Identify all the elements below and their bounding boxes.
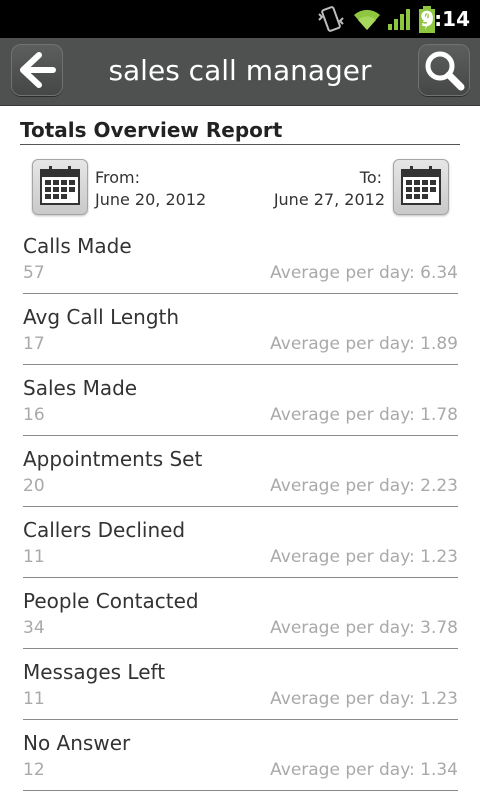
- search-button[interactable]: [418, 44, 470, 96]
- metric-value: 16: [23, 405, 45, 425]
- report-header: Totals Overview Report: [20, 114, 460, 145]
- metric-average: Average per day: 2.23: [270, 476, 458, 496]
- action-bar: sales call manager: [0, 38, 480, 106]
- wifi-icon: [354, 9, 380, 30]
- metric-value: 20: [23, 476, 45, 496]
- metric-name: People Contacted: [23, 589, 199, 613]
- metric-value: 34: [23, 618, 45, 638]
- list-item[interactable]: No Answer 12 Average per day: 1.34: [23, 720, 458, 791]
- status-time: 9:14: [420, 7, 470, 31]
- metric-average: Average per day: 1.23: [270, 547, 458, 567]
- metric-value: 11: [23, 689, 45, 709]
- metric-list: Calls Made 57 Average per day: 6.34 Avg …: [0, 223, 480, 791]
- from-label: From:: [95, 168, 141, 187]
- metric-name: Appointments Set: [23, 447, 203, 471]
- metric-value: 57: [23, 263, 45, 283]
- metric-name: Messages Left: [23, 660, 166, 684]
- signal-icon: [388, 9, 410, 30]
- to-label: To:: [359, 168, 382, 187]
- date-range-row: From: June 20, 2012 To: June 27, 2012: [0, 151, 480, 219]
- calendar-icon: [40, 166, 80, 205]
- calendar-icon: [401, 166, 441, 205]
- metric-name: Calls Made: [23, 234, 132, 258]
- vibrate-icon: [318, 6, 344, 32]
- metric-average: Average per day: 1.23: [270, 689, 458, 709]
- report-title: Totals Overview Report: [20, 118, 283, 142]
- metric-value: 12: [23, 760, 45, 780]
- metric-name: No Answer: [23, 731, 131, 755]
- app-title: sales call manager: [108, 54, 372, 87]
- metric-average: Average per day: 1.34: [270, 760, 458, 780]
- list-item[interactable]: Callers Declined 11 Average per day: 1.2…: [23, 507, 458, 578]
- metric-value: 17: [23, 334, 45, 354]
- list-item[interactable]: Messages Left 11 Average per day: 1.23: [23, 649, 458, 720]
- metric-value: 11: [23, 547, 45, 567]
- metric-average: Average per day: 3.78: [270, 618, 458, 638]
- search-icon: [425, 51, 465, 91]
- status-bar: 9:14: [0, 0, 480, 38]
- list-item[interactable]: People Contacted 34 Average per day: 3.7…: [23, 578, 458, 649]
- metric-name: Callers Declined: [23, 518, 186, 542]
- from-date: June 20, 2012: [95, 190, 207, 209]
- metric-name: Sales Made: [23, 376, 138, 400]
- to-date-button[interactable]: [393, 159, 449, 215]
- list-item[interactable]: Sales Made 16 Average per day: 1.78: [23, 365, 458, 436]
- list-item[interactable]: Avg Call Length 17 Average per day: 1.89: [23, 294, 458, 365]
- metric-average: Average per day: 1.89: [270, 334, 458, 354]
- metric-average: Average per day: 6.34: [270, 263, 458, 283]
- metric-average: Average per day: 1.78: [270, 405, 458, 425]
- to-date: June 27, 2012: [273, 190, 385, 209]
- list-item[interactable]: Appointments Set 20 Average per day: 2.2…: [23, 436, 458, 507]
- metric-name: Avg Call Length: [23, 305, 180, 329]
- list-item[interactable]: Calls Made 57 Average per day: 6.34: [23, 223, 458, 294]
- from-date-button[interactable]: [32, 159, 88, 215]
